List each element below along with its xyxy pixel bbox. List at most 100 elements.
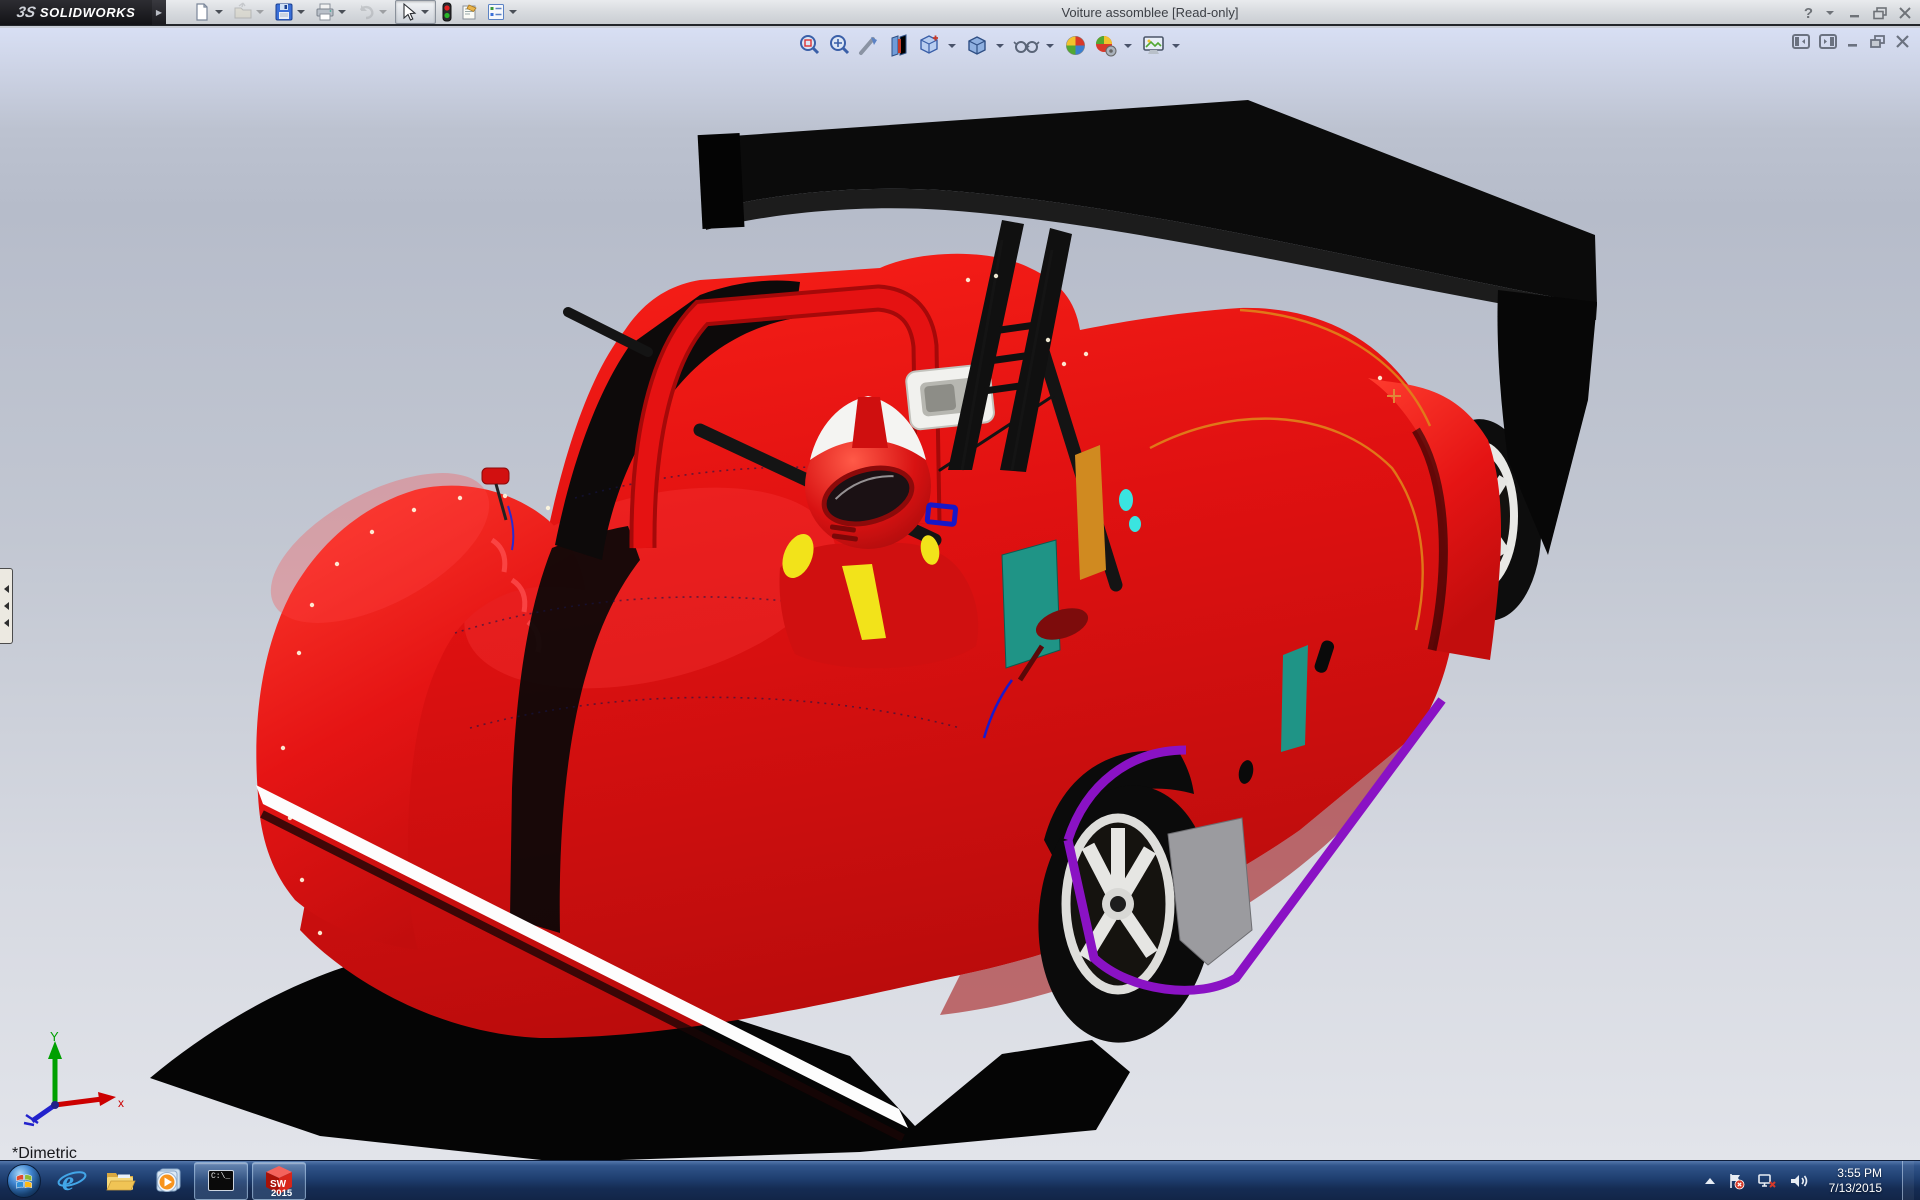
zoom-to-area-icon [827, 33, 852, 58]
taskbar-item-solidworks[interactable]: SW 2015 [252, 1162, 306, 1200]
taskbar-item-media-player[interactable] [144, 1161, 192, 1200]
main-toolbar [190, 0, 523, 24]
headsup-view-toolbar [796, 32, 1185, 59]
clock-date: 7/13/2015 [1829, 1181, 1882, 1196]
race-car-model [0, 28, 1920, 1160]
doc-close-icon[interactable] [1895, 35, 1910, 48]
teal-cockpit-panel [1002, 540, 1060, 668]
help-dropdown[interactable] [1826, 11, 1834, 15]
close-button[interactable] [1898, 7, 1912, 19]
taskbar-clock[interactable]: 3:55 PM 7/13/2015 [1821, 1166, 1890, 1196]
taskbar-item-command-prompt[interactable]: C:\_ [194, 1162, 248, 1200]
taskbar-item-internet-explorer[interactable]: e [48, 1161, 96, 1200]
print-button[interactable] [313, 0, 352, 24]
teal-side-intake [1281, 645, 1308, 752]
internet-explorer-icon: e [56, 1165, 88, 1197]
logo-wordmark: SOLIDWORKS [40, 5, 136, 20]
open-dropdown[interactable] [256, 10, 264, 14]
options-dropdown[interactable] [509, 10, 517, 14]
network-status-button[interactable] [1757, 1172, 1777, 1190]
options-button[interactable] [484, 0, 523, 24]
svg-text:2015: 2015 [271, 1188, 293, 1198]
apply-scene-button[interactable] [1092, 32, 1119, 59]
show-desktop-button[interactable] [1902, 1161, 1914, 1200]
svg-text:e: e [62, 1166, 74, 1196]
media-player-icon [152, 1165, 184, 1197]
print-icon [315, 2, 335, 22]
open-icon [233, 2, 253, 22]
windows-taskbar: e C:\_ [0, 1160, 1920, 1200]
collapse-arrow-icon [4, 585, 9, 593]
help-button[interactable]: ? [1804, 6, 1813, 21]
undo-button[interactable] [354, 0, 393, 24]
view-orientation-button[interactable] [916, 32, 943, 59]
viewport-canvas[interactable]: Y x *Dimetric [0, 28, 1920, 1160]
cyan-dot [1119, 489, 1133, 511]
minimize-button[interactable] [1848, 7, 1862, 19]
select-cursor-icon [398, 2, 418, 22]
view-settings-icon [1141, 33, 1166, 58]
volume-button[interactable] [1789, 1172, 1809, 1190]
undo-icon [356, 2, 376, 22]
display-style-button[interactable] [964, 32, 991, 59]
open-button[interactable] [231, 0, 270, 24]
orientation-triad: Y x [8, 1027, 128, 1132]
select-dropdown[interactable] [421, 10, 429, 14]
solidworks-2015-icon: SW 2015 [263, 1164, 295, 1198]
collapse-right-pane-icon[interactable] [1819, 34, 1837, 49]
view-settings-button[interactable] [1140, 32, 1167, 59]
system-tray: 3:55 PM 7/13/2015 [1705, 1161, 1920, 1200]
view-orientation-icon [917, 33, 942, 58]
apply-scene-dropdown[interactable] [1124, 44, 1132, 48]
hide-show-items-icon [1013, 33, 1040, 58]
edit-appearance-button[interactable] [1062, 32, 1089, 59]
hide-show-items-button[interactable] [1012, 32, 1041, 59]
feature-tree-flyout-tab[interactable] [0, 568, 13, 644]
menu-flyout-arrow[interactable]: ▶ [152, 0, 166, 25]
logo-3s-mark: 3S [15, 4, 37, 21]
start-orb-icon [6, 1163, 42, 1199]
view-settings-dropdown[interactable] [1172, 44, 1180, 48]
save-dropdown[interactable] [297, 10, 305, 14]
show-hidden-icons-button[interactable] [1705, 1178, 1715, 1184]
previous-view-button[interactable] [856, 32, 883, 59]
edit-appearance-icon [1063, 33, 1088, 58]
display-style-dropdown[interactable] [996, 44, 1004, 48]
document-title: Voiture assomblee [Read-only] [1061, 5, 1238, 20]
collapse-arrow-icon [4, 602, 9, 610]
clock-time: 3:55 PM [1829, 1166, 1882, 1181]
window-controls: ? [1804, 0, 1912, 26]
doc-restore-icon[interactable] [1869, 35, 1886, 49]
rebuild-button[interactable] [438, 0, 456, 24]
new-document-icon [192, 2, 212, 22]
file-properties-icon [460, 2, 480, 22]
file-properties-button[interactable] [458, 0, 482, 24]
restore-button[interactable] [1872, 7, 1888, 20]
action-center-button[interactable] [1727, 1172, 1745, 1190]
start-button[interactable] [0, 1161, 48, 1200]
new-document-button[interactable] [190, 0, 229, 24]
select-button[interactable] [395, 0, 436, 24]
show-hidden-icons-icon [1705, 1178, 1715, 1184]
display-style-icon [965, 33, 990, 58]
zoom-to-fit-icon [797, 33, 822, 58]
action-center-flag-icon [1727, 1172, 1745, 1190]
triad-x-label: x [118, 1096, 124, 1110]
print-dropdown[interactable] [338, 10, 346, 14]
zoom-to-area-button[interactable] [826, 32, 853, 59]
save-button[interactable] [272, 0, 311, 24]
collapse-left-pane-icon[interactable] [1792, 34, 1810, 49]
hide-show-items-dropdown[interactable] [1046, 44, 1054, 48]
zoom-to-fit-button[interactable] [796, 32, 823, 59]
view-orientation-label: *Dimetric [12, 1145, 77, 1160]
doc-minimize-icon[interactable] [1846, 35, 1860, 48]
taskbar-item-windows-explorer[interactable] [96, 1161, 144, 1200]
solidworks-window: 3S SOLIDWORKS ▶ [0, 0, 1920, 1200]
section-view-button[interactable] [886, 32, 913, 59]
options-icon [486, 2, 506, 22]
undo-dropdown[interactable] [379, 10, 387, 14]
volume-icon [1789, 1172, 1809, 1190]
new-document-dropdown[interactable] [215, 10, 223, 14]
command-prompt-icon: C:\_ [208, 1170, 234, 1191]
view-orientation-dropdown[interactable] [948, 44, 956, 48]
